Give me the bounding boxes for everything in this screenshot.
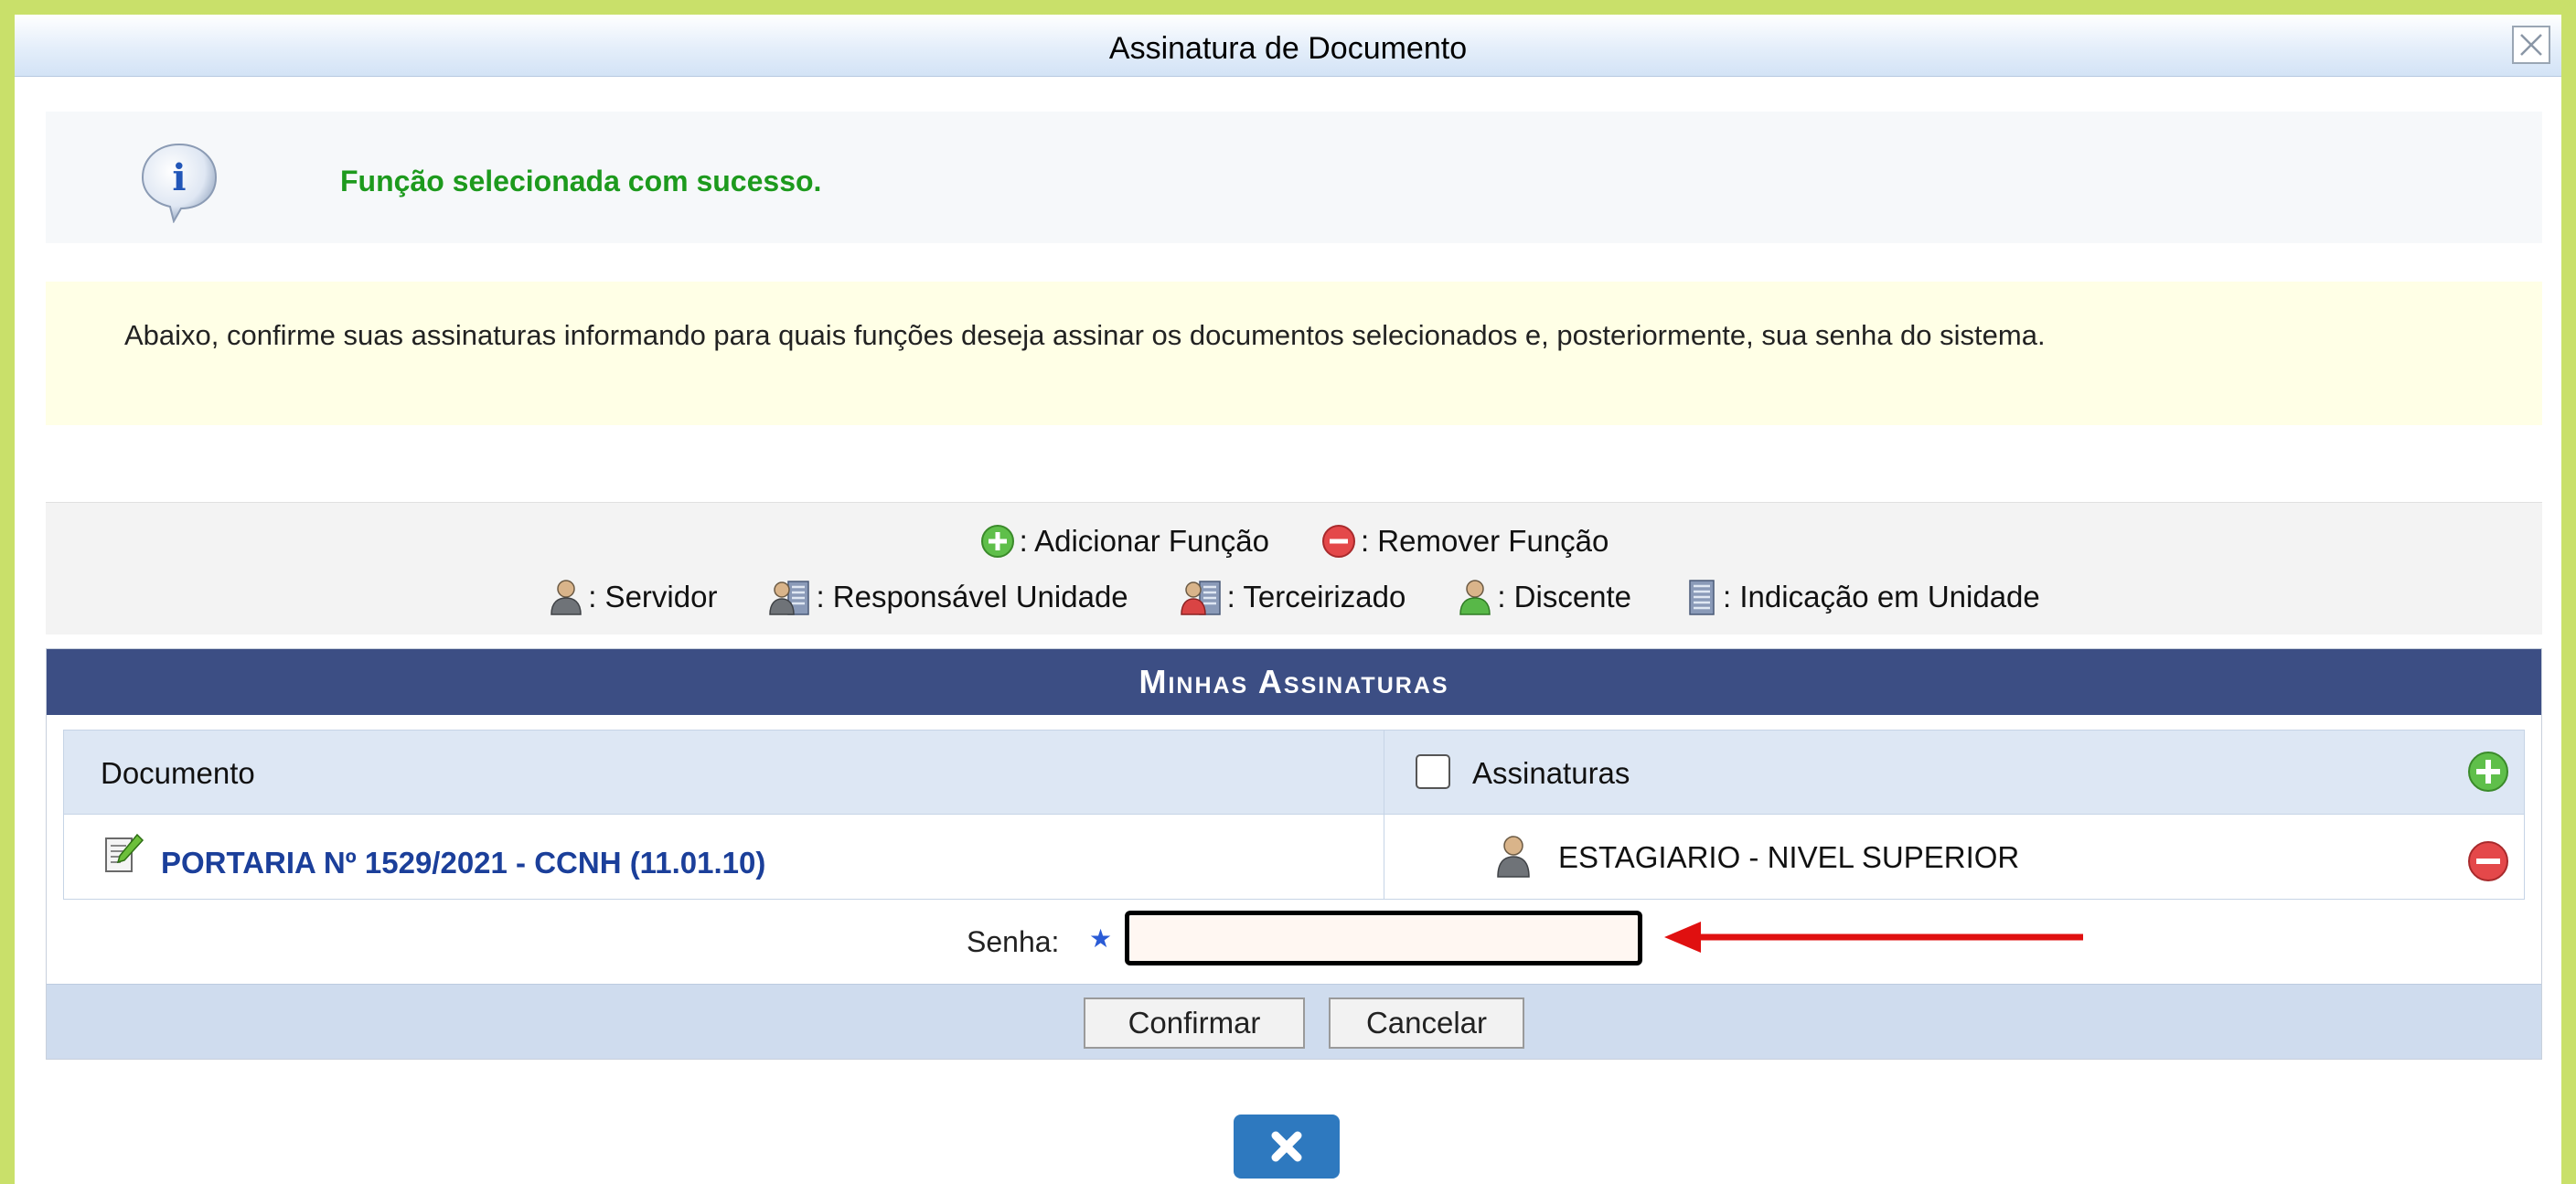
legend-terceirizado: : Terceirizado bbox=[1180, 578, 1406, 616]
red-arrow-annotation bbox=[1664, 922, 2083, 953]
table-row-signature: ESTAGIARIO - NIVEL SUPERIOR bbox=[1384, 815, 2524, 899]
legend-servidor-label: : Servidor bbox=[588, 580, 718, 613]
column-header-document: Documento bbox=[64, 731, 1384, 815]
legend: : Adicionar Função : Remover Função : Se… bbox=[46, 502, 2542, 635]
password-row: Senha: ★ bbox=[47, 905, 2541, 973]
column-signatures-label: Assinaturas bbox=[1472, 756, 1630, 790]
action-buttons: Confirmar Cancelar bbox=[47, 984, 2541, 1059]
signature-role: ESTAGIARIO - NIVEL SUPERIOR bbox=[1558, 840, 2020, 874]
signatures-panel: Minhas Assinaturas Documento Assinaturas bbox=[46, 648, 2542, 1060]
column-header-signatures: Assinaturas bbox=[1384, 731, 2524, 815]
cancel-button[interactable]: Cancelar bbox=[1329, 997, 1524, 1049]
info-bubble-icon: i bbox=[137, 139, 221, 224]
column-document-label: Documento bbox=[101, 756, 255, 790]
legend-add-label: : Adicionar Função bbox=[1019, 524, 1269, 558]
signature-dialog: Assinatura de Documento i Função selecio… bbox=[15, 15, 2561, 1184]
indicacao-unidade-icon bbox=[1689, 580, 1715, 615]
password-label: Senha: bbox=[967, 925, 1060, 958]
terceirizado-icon bbox=[1180, 581, 1221, 615]
servidor-icon bbox=[550, 580, 582, 615]
password-field[interactable] bbox=[1125, 911, 1642, 965]
dialog-titlebar: Assinatura de Documento bbox=[15, 15, 2561, 77]
close-icon bbox=[1271, 1131, 1302, 1162]
legend-indicacao: : Indicação em Unidade bbox=[1683, 578, 2040, 616]
remove-function-button[interactable] bbox=[2465, 838, 2511, 884]
legend-discente: : Discente bbox=[1457, 578, 1631, 616]
servidor-icon bbox=[1497, 836, 1530, 878]
select-all-checkbox[interactable] bbox=[1416, 754, 1450, 789]
required-star-icon: ★ bbox=[1089, 924, 1113, 953]
instructions-box: Abaixo, confirme suas assinaturas inform… bbox=[46, 282, 2542, 425]
remove-circle-icon bbox=[1321, 525, 1355, 558]
close-icon[interactable] bbox=[2512, 26, 2550, 64]
legend-responsavel-label: : Responsável Unidade bbox=[816, 580, 1128, 613]
table-row: PORTARIA Nº 1529/2021 - CCNH (11.01.10) bbox=[64, 815, 1384, 899]
legend-actions: : Adicionar Função : Remover Função bbox=[46, 523, 2542, 560]
legend-responsavel: : Responsável Unidade bbox=[768, 578, 1128, 616]
legend-discente-label: : Discente bbox=[1497, 580, 1632, 613]
add-function-button[interactable] bbox=[2465, 749, 2511, 795]
discente-icon bbox=[1459, 580, 1491, 615]
add-circle-icon bbox=[980, 525, 1014, 558]
document-link[interactable]: PORTARIA Nº 1529/2021 - CCNH (11.01.10) bbox=[161, 846, 765, 880]
panel-title: Minhas Assinaturas bbox=[47, 649, 2541, 715]
svg-text:i: i bbox=[172, 156, 186, 199]
info-message-box: i Função selecionada com sucesso. bbox=[46, 112, 2542, 243]
legend-roles: : Servidor : Responsável Unidade: Terce… bbox=[46, 578, 2542, 616]
legend-remove-function: : Remover Função bbox=[1320, 523, 1609, 560]
document-edit-icon bbox=[105, 833, 144, 872]
legend-remove-label: : Remover Função bbox=[1360, 524, 1609, 558]
legend-add-function: : Adicionar Função bbox=[979, 523, 1269, 560]
confirm-button[interactable]: Confirmar bbox=[1084, 997, 1305, 1049]
success-message: Função selecionada com sucesso. bbox=[340, 165, 822, 197]
close-dialog-button[interactable] bbox=[1234, 1115, 1340, 1179]
legend-terceirizado-label: : Terceirizado bbox=[1226, 580, 1406, 613]
legend-indicacao-label: : Indicação em Unidade bbox=[1723, 580, 2040, 613]
instructions-text: Abaixo, confirme suas assinaturas inform… bbox=[124, 319, 2046, 351]
responsavel-unidade-icon bbox=[769, 581, 810, 615]
signatures-table: Documento Assinaturas PORTARIA Nº 1529/2… bbox=[63, 730, 2525, 900]
legend-servidor: : Servidor bbox=[548, 578, 717, 616]
dialog-title: Assinatura de Documento bbox=[1108, 31, 1468, 66]
